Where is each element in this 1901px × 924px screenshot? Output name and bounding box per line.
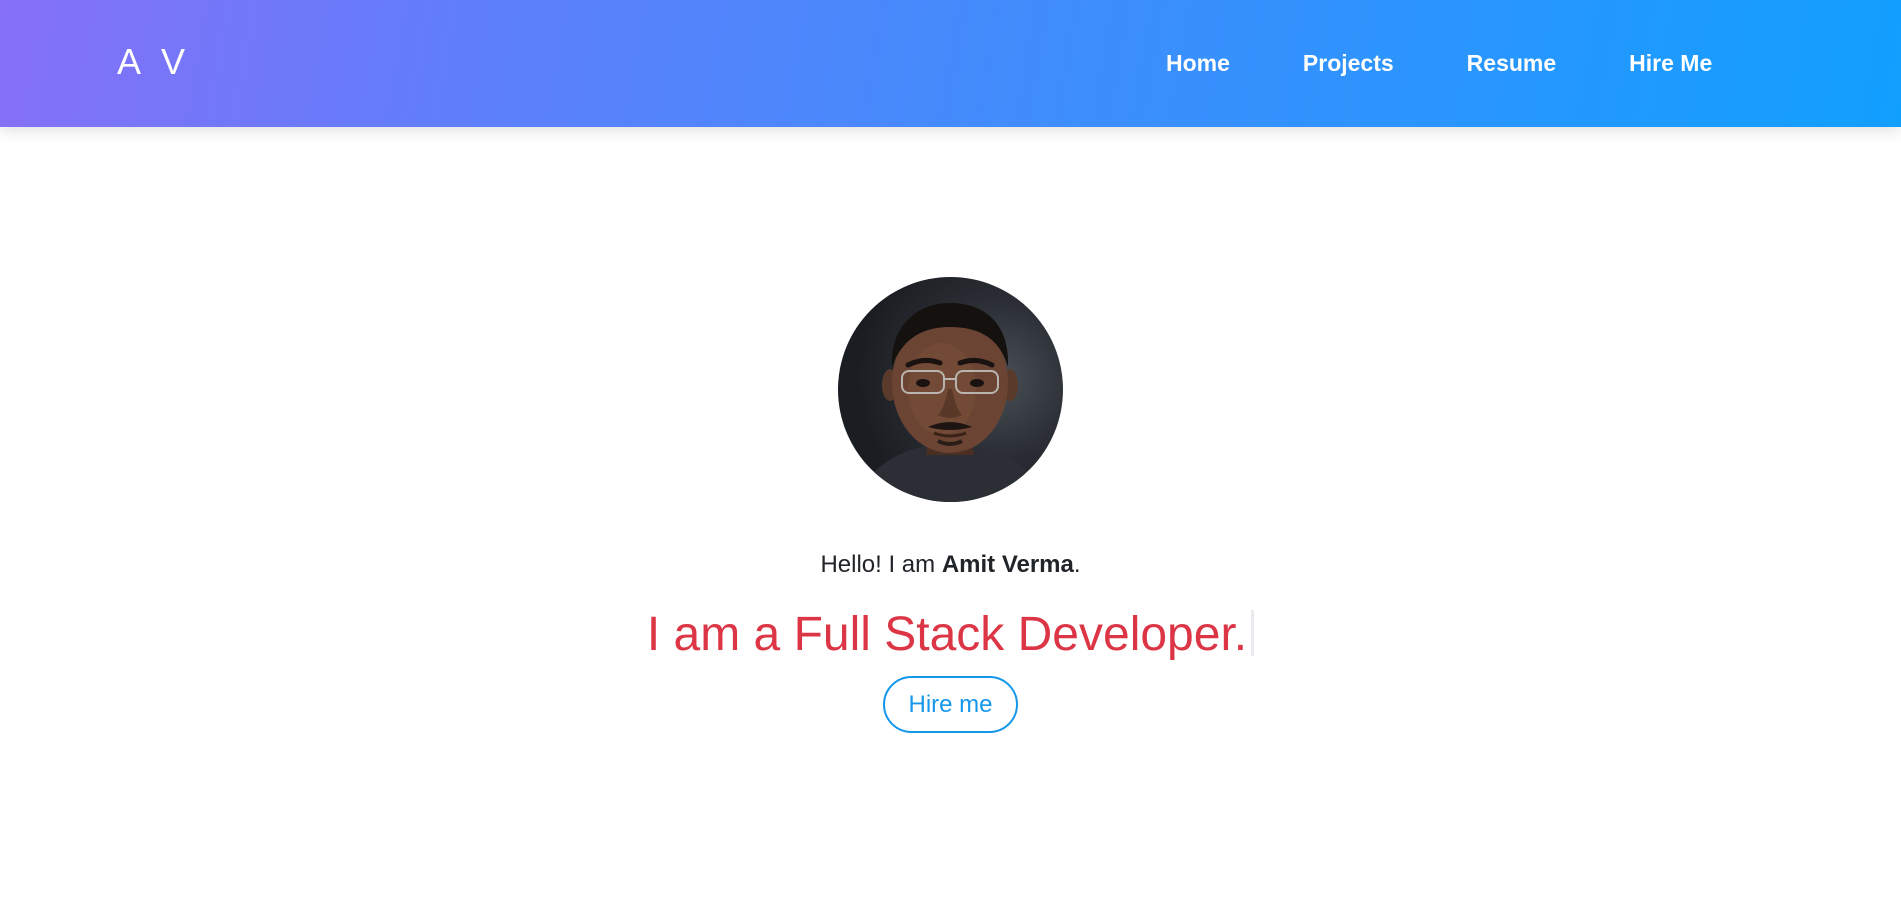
typing-caret — [1251, 610, 1255, 656]
greeting-prefix: Hello! I am — [820, 551, 942, 578]
person-name: Amit Verma — [941, 551, 1074, 578]
nav-link-home[interactable]: Home — [1166, 48, 1230, 78]
greeting-text: Hello! I am Amit Verma. — [0, 550, 1901, 580]
hero-section: Hello! I am Amit Verma. I am a Full Stac… — [0, 127, 1901, 924]
hire-me-button[interactable]: Hire me — [883, 676, 1018, 733]
navbar: A V Home Projects Resume Hire Me — [0, 0, 1901, 127]
nav-link-projects[interactable]: Projects — [1303, 48, 1394, 78]
nav-menu: Home Projects Resume Hire Me — [1166, 48, 1712, 78]
profile-photo — [838, 277, 1063, 502]
profile-photo-illustration — [858, 303, 1044, 502]
brand-logo[interactable]: A V — [117, 40, 191, 84]
greeting-suffix: . — [1073, 551, 1081, 578]
nav-link-resume[interactable]: Resume — [1467, 48, 1556, 78]
typed-text: I am a Full Stack Developer. — [646, 608, 1248, 661]
typed-headline: I am a Full Stack Developer. — [0, 605, 1901, 665]
nav-link-hire-me[interactable]: Hire Me — [1629, 48, 1712, 78]
